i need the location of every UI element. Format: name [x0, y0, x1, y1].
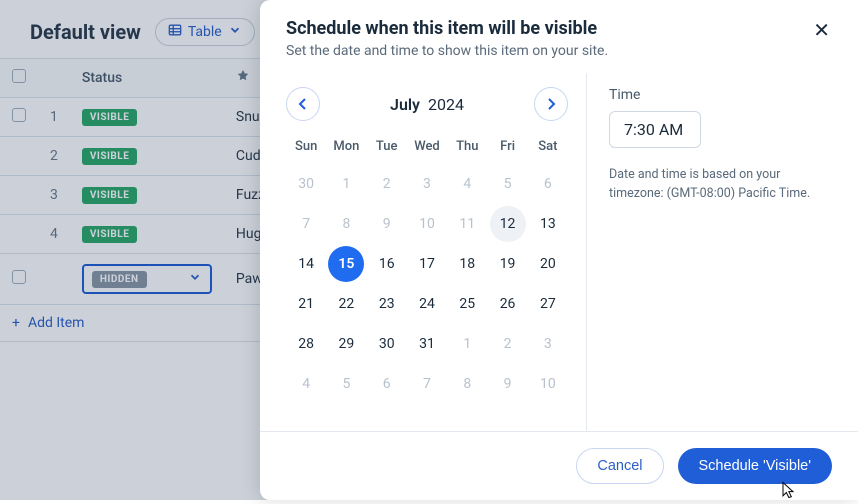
calendar-day[interactable]: 16 — [369, 246, 405, 282]
calendar-day[interactable]: 28 — [288, 326, 324, 362]
day-of-week-label: Mon — [326, 139, 366, 162]
calendar-day[interactable]: 8 — [449, 366, 485, 402]
calendar: July2024 SunMonTueWedThuFriSat3012345678… — [286, 73, 586, 431]
calendar-day[interactable]: 27 — [530, 286, 566, 322]
calendar-day[interactable]: 5 — [490, 166, 526, 202]
calendar-day[interactable]: 11 — [449, 206, 485, 242]
calendar-day[interactable]: 25 — [449, 286, 485, 322]
calendar-day[interactable]: 10 — [409, 206, 445, 242]
calendar-day[interactable]: 22 — [328, 286, 364, 322]
calendar-day[interactable]: 7 — [409, 366, 445, 402]
calendar-day[interactable]: 24 — [409, 286, 445, 322]
calendar-day[interactable]: 31 — [409, 326, 445, 362]
calendar-day[interactable]: 13 — [530, 206, 566, 242]
calendar-day[interactable]: 9 — [369, 206, 405, 242]
calendar-day[interactable]: 18 — [449, 246, 485, 282]
calendar-day[interactable]: 30 — [369, 326, 405, 362]
modal-title: Schedule when this item will be visible — [286, 18, 608, 39]
schedule-modal: Schedule when this item will be visible … — [260, 0, 858, 500]
calendar-day[interactable]: 6 — [530, 166, 566, 202]
calendar-day[interactable]: 4 — [288, 366, 324, 402]
time-input[interactable]: 7:30 AM — [609, 111, 701, 148]
calendar-day[interactable]: 6 — [369, 366, 405, 402]
calendar-day[interactable]: 23 — [369, 286, 405, 322]
calendar-day[interactable]: 8 — [328, 206, 364, 242]
month-label: July — [390, 95, 420, 114]
calendar-day[interactable]: 29 — [328, 326, 364, 362]
calendar-day[interactable]: 1 — [449, 326, 485, 362]
calendar-day[interactable]: 2 — [369, 166, 405, 202]
calendar-day[interactable]: 3 — [409, 166, 445, 202]
calendar-day[interactable]: 2 — [490, 326, 526, 362]
time-panel: Time 7:30 AM Date and time is based on y… — [586, 73, 832, 431]
timezone-note: Date and time is based on your timezone:… — [609, 166, 829, 204]
cancel-button[interactable]: Cancel — [576, 448, 663, 484]
calendar-day[interactable]: 12 — [490, 206, 526, 242]
calendar-day[interactable]: 14 — [288, 246, 324, 282]
calendar-day[interactable]: 17 — [409, 246, 445, 282]
prev-month-button[interactable] — [286, 87, 320, 121]
month-year-label: July 2024 — [390, 95, 464, 114]
day-of-week-label: Fri — [487, 139, 527, 162]
calendar-day[interactable]: 30 — [288, 166, 324, 202]
calendar-day[interactable]: 19 — [490, 246, 526, 282]
day-of-week-label: Wed — [407, 139, 447, 162]
calendar-day[interactable]: 5 — [328, 366, 364, 402]
next-month-button[interactable] — [534, 87, 568, 121]
calendar-day[interactable]: 26 — [490, 286, 526, 322]
day-of-week-label: Sun — [286, 139, 326, 162]
modal-subtitle: Set the date and time to show this item … — [286, 43, 608, 59]
calendar-day[interactable]: 4 — [449, 166, 485, 202]
calendar-day[interactable]: 21 — [288, 286, 324, 322]
calendar-day[interactable]: 7 — [288, 206, 324, 242]
calendar-day[interactable]: 3 — [530, 326, 566, 362]
day-of-week-label: Tue — [367, 139, 407, 162]
year-label: 2024 — [428, 95, 464, 114]
calendar-day[interactable]: 1 — [328, 166, 364, 202]
day-of-week-label: Sat — [528, 139, 568, 162]
calendar-day[interactable]: 10 — [530, 366, 566, 402]
schedule-button[interactable]: Schedule 'Visible' — [678, 448, 832, 484]
calendar-day[interactable]: 20 — [530, 246, 566, 282]
time-label: Time — [609, 87, 832, 103]
calendar-day[interactable]: 9 — [490, 366, 526, 402]
close-icon[interactable]: ✕ — [811, 18, 832, 42]
day-of-week-label: Thu — [447, 139, 487, 162]
calendar-day[interactable]: 15 — [328, 246, 364, 282]
